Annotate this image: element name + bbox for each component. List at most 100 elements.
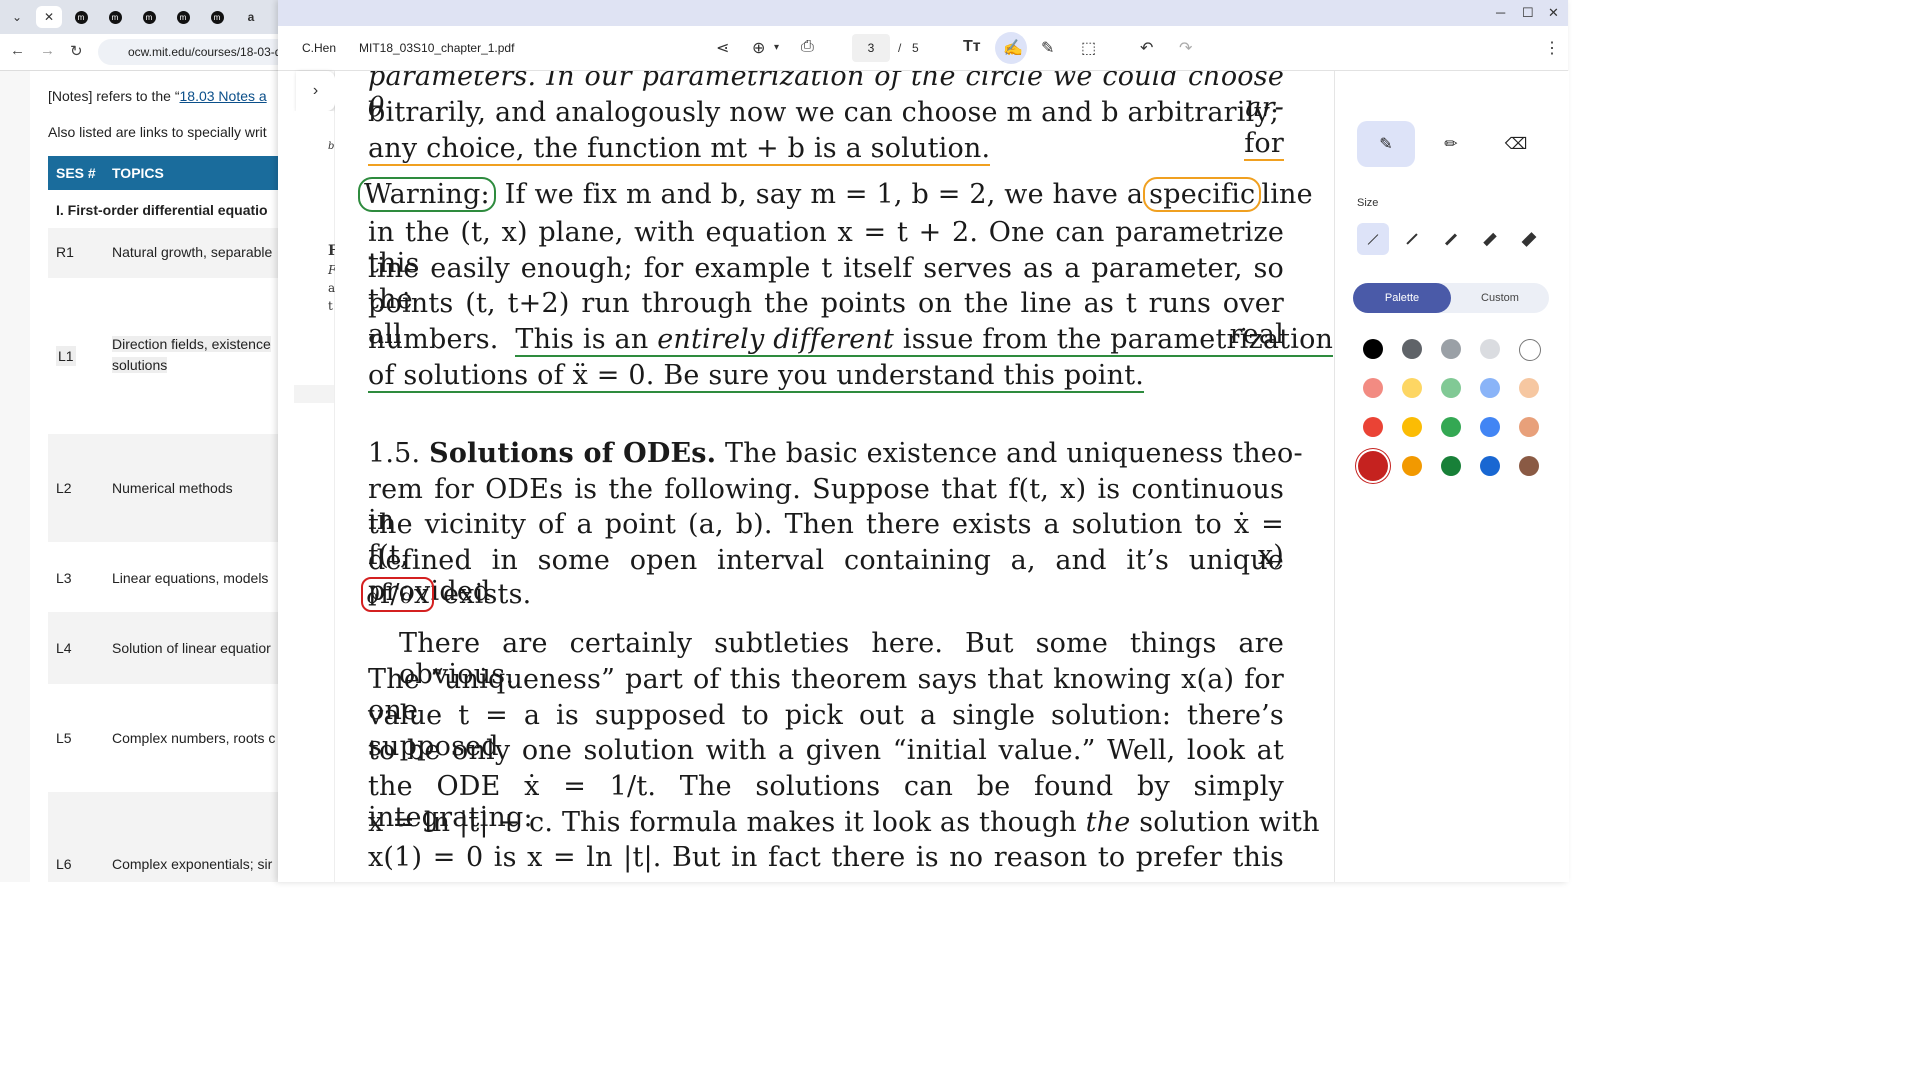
background-browser-toolbar: ← → ↻ ⚙ ocw.mit.edu/courses/18-03-d [0, 34, 298, 71]
undo-icon[interactable]: ↶ [1140, 38, 1153, 58]
row-num: L6 [56, 856, 72, 872]
stroke-icon [1483, 232, 1497, 246]
doc-line: The “uniqueness” part of this theorem sa… [368, 664, 1284, 726]
row-num: L3 [56, 570, 72, 586]
green-circle-annotation[interactable]: Warning: [358, 177, 496, 212]
share-icon[interactable]: ⋖ [716, 38, 729, 58]
color-swatch[interactable] [1519, 339, 1541, 361]
tab-amazon[interactable]: a [238, 6, 264, 28]
annotation-panel: ✎ ✏ ⌫ Size Palette Custom [1334, 71, 1569, 882]
notes-link[interactable]: 18.03 Notes a [180, 88, 267, 104]
color-swatch[interactable] [1441, 378, 1461, 398]
color-swatch[interactable] [1402, 339, 1422, 359]
text-size-icon[interactable]: Tт [963, 38, 981, 56]
green-underline-annotation[interactable]: of solutions of ẍ = 0. Be sure you under… [368, 360, 1145, 393]
pen-icon: ✎ [1379, 136, 1393, 153]
page-number-input[interactable]: 3 [852, 34, 890, 62]
eraser-icon: ⌫ [1504, 136, 1528, 153]
size-option-1[interactable] [1357, 223, 1389, 255]
tab-mit[interactable]: m [170, 6, 196, 28]
signature-icon[interactable]: ✎ [1041, 38, 1054, 58]
more-menu-icon[interactable]: ⋮ [1544, 38, 1560, 58]
active-tab[interactable]: ✕ [36, 6, 62, 28]
color-swatch[interactable] [1519, 456, 1539, 476]
pdf-viewer-window: ─ ☐ ✕ C.Hen MIT18_03S10_chapter_1.pdf ⋖ … [278, 0, 1569, 882]
eraser-tool-button[interactable]: ⌫ [1487, 121, 1545, 167]
mit-favicon-icon: m [74, 10, 88, 24]
section-title: I. First-order differential equatio [56, 202, 268, 218]
size-option-3[interactable] [1435, 223, 1467, 255]
doc-text: issue from the parametrization [902, 324, 1333, 355]
red-box-annotation[interactable]: ∂f/∂x [361, 577, 435, 612]
color-swatch[interactable] [1519, 378, 1539, 398]
green-underline-annotation[interactable]: This is an entirely different issue from… [515, 324, 1333, 357]
row-num: R1 [56, 244, 74, 260]
back-arrow-icon[interactable]: ← [10, 42, 25, 59]
redo-icon[interactable]: ↷ [1179, 38, 1192, 58]
color-swatch[interactable] [1363, 378, 1383, 398]
orange-circle-annotation[interactable]: specific [1143, 177, 1262, 212]
section-heading: Solutions of ODEs. [429, 438, 717, 469]
color-swatch[interactable] [1480, 339, 1500, 359]
row-num: L2 [56, 480, 72, 496]
color-swatch[interactable] [1363, 417, 1383, 437]
row-num: L4 [56, 640, 72, 656]
size-option-2[interactable] [1396, 223, 1428, 255]
pen-tool-button[interactable]: ✎ [1357, 121, 1415, 167]
color-swatch[interactable] [1402, 456, 1422, 476]
tab-mit[interactable]: m [204, 6, 230, 28]
tab-mit[interactable]: m [68, 6, 94, 28]
pdf-document-page[interactable]: parameters. In our parametrization of th… [335, 71, 1333, 882]
doc-text: x(1) = 0 is x = ln |t|. But in fact ther… [368, 842, 1284, 873]
size-option-4[interactable] [1474, 223, 1506, 255]
color-swatch[interactable] [1441, 456, 1461, 476]
color-swatch[interactable] [1402, 378, 1422, 398]
reload-icon[interactable]: ↻ [70, 42, 83, 60]
doc-line: numbers. This is an entirely different i… [368, 324, 1333, 357]
mit-favicon-icon: m [210, 10, 224, 24]
doc-line: x = ln |t| + c. This formula makes it lo… [368, 807, 1319, 838]
row-topic-cont: solutions [112, 357, 168, 373]
section-number: 1.5. [368, 438, 421, 469]
table-row: L4 Solution of linear equatior [48, 612, 280, 684]
select-area-icon[interactable]: ⬚ [1081, 38, 1096, 58]
close-window-icon[interactable]: ✕ [1548, 5, 1559, 21]
tab-mit[interactable]: m [102, 6, 128, 28]
thumbnail-peek[interactable]: b F F a t [294, 111, 338, 401]
tab-mit[interactable]: m [136, 6, 162, 28]
draw-annotation-icon[interactable]: ✍ [1003, 38, 1023, 58]
doc-text: line [1261, 179, 1313, 210]
size-option-5[interactable] [1513, 223, 1545, 255]
tab-short-title[interactable]: C.Hen [302, 41, 336, 55]
color-swatch[interactable] [1519, 417, 1539, 437]
orange-underline-annotation[interactable]: any choice, the function mt + b is a sol… [368, 133, 991, 166]
doc-text: the [1085, 807, 1131, 838]
close-icon[interactable]: ✕ [44, 10, 54, 24]
color-swatch[interactable] [1358, 451, 1388, 481]
highlighter-tool-button[interactable]: ✏ [1422, 121, 1480, 167]
mit-favicon-icon: m [142, 10, 156, 24]
color-swatch[interactable] [1441, 339, 1461, 359]
toggle-sidebar-button[interactable]: › [296, 71, 335, 111]
color-swatch[interactable] [1480, 456, 1500, 476]
zoom-icon[interactable]: ⊕ [752, 38, 765, 58]
tab-palette[interactable]: Palette [1353, 283, 1451, 313]
thumbnail-glyph: b [328, 141, 335, 152]
color-swatch[interactable] [1363, 339, 1383, 359]
tab-custom[interactable]: Custom [1451, 283, 1549, 313]
tab-search-button[interactable]: ⌄ [4, 6, 30, 28]
print-icon[interactable]: ⎙ [801, 38, 814, 56]
color-swatch[interactable] [1480, 417, 1500, 437]
chevron-down-icon[interactable]: ▾ [774, 42, 779, 53]
color-swatch[interactable] [1441, 417, 1461, 437]
minimize-icon[interactable]: ─ [1496, 5, 1505, 20]
forward-arrow-icon[interactable]: → [40, 42, 55, 59]
maximize-icon[interactable]: ☐ [1522, 5, 1534, 21]
doc-line: any choice, the function mt + b is a sol… [368, 133, 1284, 166]
color-swatch[interactable] [1402, 417, 1422, 437]
color-swatch[interactable] [1480, 378, 1500, 398]
row-topic: Complex exponentials; sir [112, 856, 273, 872]
address-bar[interactable]: ocw.mit.edu/courses/18-03-d [98, 39, 298, 65]
doc-line: value t = a is supposed to pick out a si… [368, 700, 1284, 762]
also-listed-text: Also listed are links to specially writ [48, 124, 267, 140]
